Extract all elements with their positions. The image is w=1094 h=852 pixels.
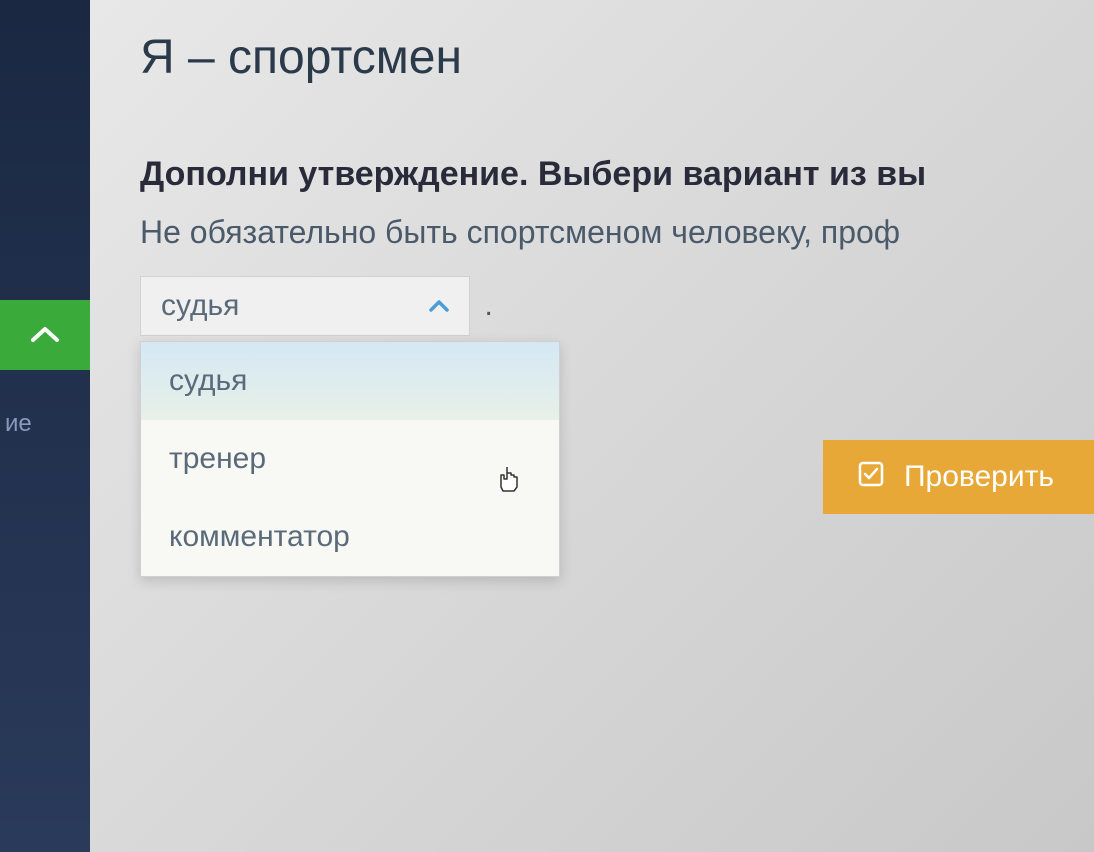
- check-button[interactable]: Проверить: [823, 440, 1094, 514]
- instruction-text: Не обязательно быть спортсменом человеку…: [140, 214, 1094, 251]
- dropdown-select[interactable]: судья: [140, 276, 470, 336]
- chevron-up-icon: [31, 319, 59, 351]
- dropdown-option[interactable]: тренер: [141, 420, 559, 498]
- sidebar-expand-button[interactable]: [0, 300, 90, 370]
- main-content: Я – спортсмен Дополни утверждение. Выбер…: [90, 0, 1094, 852]
- dropdown-option[interactable]: комментатор: [141, 498, 559, 576]
- sidebar: ие: [0, 0, 90, 852]
- dropdown-container: судья судья тренер комментатор: [140, 276, 470, 336]
- chevron-up-icon: [429, 292, 449, 320]
- instruction-heading: Дополни утверждение. Выбери вариант из в…: [140, 155, 1094, 194]
- sentence-period: .: [484, 276, 492, 336]
- check-button-label: Проверить: [904, 460, 1054, 494]
- dropdown-option[interactable]: судья: [141, 342, 559, 420]
- dropdown-selected-value: судья: [161, 289, 239, 323]
- sidebar-partial-label: ие: [5, 410, 32, 438]
- check-icon: [858, 461, 884, 494]
- page-title: Я – спортсмен: [140, 30, 1094, 85]
- dropdown-options-list: судья тренер комментатор: [140, 341, 560, 577]
